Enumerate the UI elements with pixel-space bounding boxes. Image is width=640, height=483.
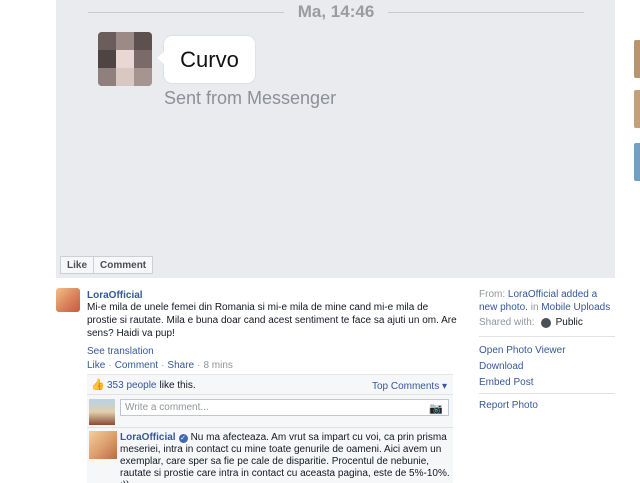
verified-badge-icon: ✓ bbox=[178, 434, 188, 443]
commenter-name-link[interactable]: LoraOfficial bbox=[120, 432, 176, 443]
divider bbox=[479, 336, 615, 337]
photo-info: From: LoraOfficial added a new photo. in… bbox=[479, 288, 615, 314]
photo-comment-button[interactable]: Comment bbox=[94, 256, 154, 274]
comment-input[interactable]: Write a comment... 📷 bbox=[120, 399, 449, 416]
post-share-link[interactable]: Share bbox=[167, 360, 194, 371]
right-sidebar-edge bbox=[625, 0, 640, 483]
post-actions: Like · Comment · Share · 8 mins bbox=[87, 360, 233, 371]
embed-post-link[interactable]: Embed Post bbox=[479, 377, 533, 388]
poster-avatar[interactable] bbox=[56, 288, 80, 312]
comment-body: LoraOfficial ✓ Nu ma afecteaza. Am vrut sa… bbox=[120, 432, 450, 483]
separator-dot: · bbox=[108, 360, 112, 371]
see-translation-link[interactable]: See translation bbox=[87, 346, 154, 357]
shared-label: Shared with: bbox=[479, 317, 535, 328]
post-timestamp[interactable]: 8 mins bbox=[203, 360, 232, 371]
sent-from-label: Sent from Messenger bbox=[164, 88, 337, 108]
open-photo-viewer-link[interactable]: Open Photo Viewer bbox=[479, 345, 566, 356]
camera-icon[interactable]: 📷 bbox=[429, 402, 443, 415]
post-text: Mi-e mila de unele femei din Romania si … bbox=[87, 302, 457, 339]
globe-icon bbox=[540, 317, 551, 328]
sender-avatar-pixelated bbox=[98, 32, 152, 86]
comment-placeholder: Write a comment... bbox=[125, 402, 209, 413]
likes-summary: 👍 353 people like this. bbox=[91, 379, 196, 392]
divider-line bbox=[88, 11, 284, 13]
poster-name-link[interactable]: LoraOfficial bbox=[87, 290, 143, 301]
message-timestamp-row: Ma, 14:46 bbox=[88, 0, 585, 24]
likes-count-link[interactable]: 353 people bbox=[107, 380, 157, 391]
likes-suffix: like this. bbox=[159, 380, 196, 391]
report-photo-link[interactable]: Report Photo bbox=[479, 400, 538, 411]
shared-value[interactable]: Public bbox=[556, 317, 583, 328]
divider bbox=[87, 394, 453, 395]
photo-viewer: Ma, 14:46 Curvo Sent from Messenger Like… bbox=[56, 0, 615, 278]
separator-dot: · bbox=[161, 360, 165, 371]
photo-like-bar: Like Comment bbox=[60, 256, 154, 274]
from-label: From: bbox=[479, 289, 506, 300]
download-link[interactable]: Download bbox=[479, 361, 523, 372]
current-user-avatar bbox=[89, 399, 115, 425]
thumbnail[interactable] bbox=[634, 90, 640, 128]
commenter-avatar[interactable] bbox=[89, 431, 117, 459]
feedback-box: 👍 353 people like this. Top Comments ▾ W… bbox=[87, 374, 453, 483]
shared-with: Shared with: Public bbox=[479, 317, 583, 328]
message-bubble: Curvo bbox=[157, 36, 255, 83]
top-comments-dropdown[interactable]: Top Comments ▾ bbox=[372, 381, 447, 392]
post-like-link[interactable]: Like bbox=[87, 360, 105, 371]
post-comment-link[interactable]: Comment bbox=[115, 360, 158, 371]
thumbs-up-icon: 👍 bbox=[91, 379, 105, 391]
in-label: in bbox=[530, 302, 539, 313]
divider bbox=[87, 427, 453, 428]
photo-like-button[interactable]: Like bbox=[60, 256, 95, 274]
divider bbox=[479, 393, 615, 394]
thumbnail[interactable] bbox=[634, 40, 640, 78]
divider-line bbox=[388, 11, 585, 13]
thumbnail[interactable] bbox=[634, 143, 640, 181]
message-timestamp: Ma, 14:46 bbox=[297, 2, 375, 21]
album-link[interactable]: Mobile Uploads bbox=[541, 302, 610, 313]
